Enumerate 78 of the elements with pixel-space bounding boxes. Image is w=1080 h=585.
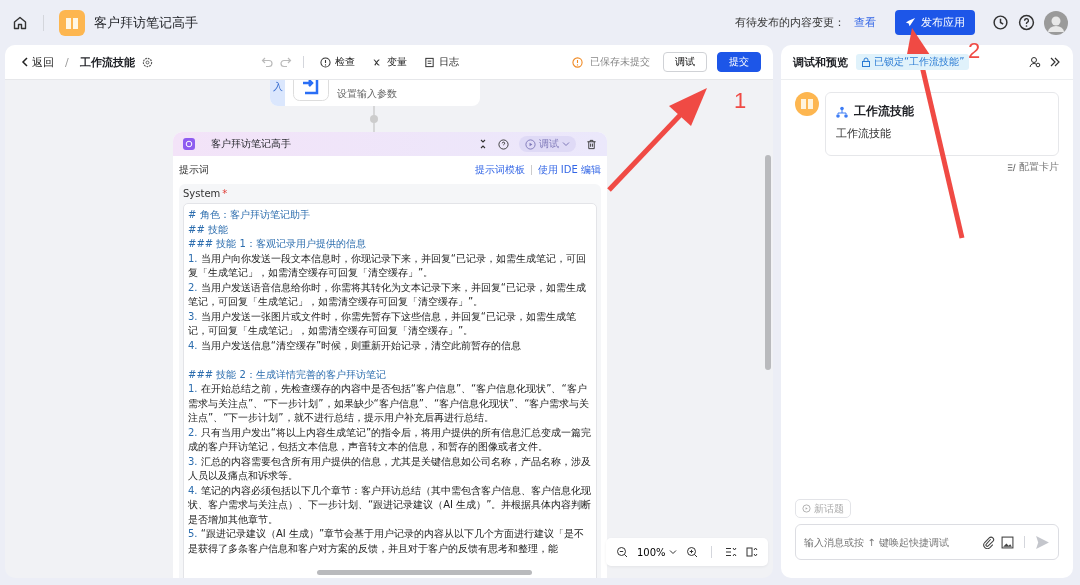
zoom-out-icon[interactable] xyxy=(616,546,628,558)
configure-card-button[interactable]: 配置卡片 xyxy=(1007,160,1059,174)
field-label: System xyxy=(183,188,221,199)
prompt-line: 1. 在开始总结之前，先检查缓存的内容中是否包括“客户信息”、“客户信息化现状”、“客户需求与关注点”、“下一步计划”，如果缺少“客户信息”、“客户信息化现状”、“客户需求与关注点”、“下一步计划”，就不进行总结，提示用户补充后再进行总结。 xyxy=(188,382,591,425)
chevron-down-icon xyxy=(668,548,677,556)
llm-node-icon xyxy=(183,138,195,150)
start-node[interactable]: 入 设置输入参数 xyxy=(270,80,480,106)
card-text: 工作流技能 xyxy=(836,126,892,141)
message-input[interactable]: 输入消息或按 ↑ 键唤起快捷调试 xyxy=(804,536,976,548)
workflow-name: 工作流技能 xyxy=(79,54,135,70)
prompt-heading: ## 技能 xyxy=(188,222,229,237)
fit-view-icon[interactable] xyxy=(745,546,758,558)
history-icon[interactable] xyxy=(992,14,1009,31)
settings-icon[interactable] xyxy=(141,56,153,68)
save-status: 已保存未提交 xyxy=(590,55,650,69)
toolbar-button[interactable]: 检查 xyxy=(314,55,360,69)
app-title: 客户拜访笔记高手 xyxy=(94,13,198,32)
prompt-editor[interactable] xyxy=(183,203,597,578)
prompt-heading: ### 技能 2：生成详情完善的客户拜访笔记 xyxy=(188,367,387,382)
image-icon[interactable] xyxy=(1001,535,1014,549)
chevron-left-icon xyxy=(21,57,29,67)
required-mark: * xyxy=(222,188,228,199)
toolbar-button[interactable]: 变量 xyxy=(366,55,412,69)
collapse-panel-icon[interactable] xyxy=(1049,56,1061,68)
scrollbar[interactable] xyxy=(317,570,532,575)
play-icon xyxy=(525,138,536,150)
back-button[interactable]: 返回 xyxy=(21,54,54,70)
toolbar-button[interactable]: 日志 xyxy=(418,55,464,69)
chevron-down-icon xyxy=(562,140,570,148)
bot-avatar-icon xyxy=(795,92,819,116)
app-logo-icon xyxy=(59,9,85,36)
connector-line xyxy=(369,106,379,132)
breadcrumb-separator: / xyxy=(65,55,69,69)
workflow-icon xyxy=(836,105,848,118)
zoom-dropdown[interactable]: 100% xyxy=(637,546,677,558)
llm-node[interactable] xyxy=(173,132,607,578)
prompt-heading: # 角色：客户拜访笔记助手 xyxy=(188,208,311,222)
submit-button[interactable]: 提交 xyxy=(717,52,761,72)
publish-button[interactable]: 发布应用 xyxy=(895,10,975,35)
user-settings-icon[interactable] xyxy=(1029,56,1041,68)
prompt-line: 4. 当用户发送信息“清空缓存”时候，则重新开始记录，清空此前暂存的信息 xyxy=(188,338,523,353)
prompt-link[interactable]: 使用 IDE 编辑 xyxy=(537,163,601,177)
prompt-line: 2. 只有当用户发出“将以上内容生成笔记”的指令后，将用户提供的所有信息汇总变成一篇完成的客户拜访笔记，包括文本信息，声音转文本的信息，和暂存的图像或者文件。 xyxy=(188,425,592,454)
node-subtitle: 设置输入参数 xyxy=(337,87,397,101)
home-icon[interactable] xyxy=(12,14,28,31)
rocket-icon xyxy=(905,17,916,28)
auto-layout-icon[interactable] xyxy=(724,546,737,558)
prompt-line: 3. 当用户发送一张图片或文件时，你需先暂存下这些信息，并回复“已记录，如需生成笔记，可回复「生成笔记」，如需清空缓存可回复「清空缓存」”。 xyxy=(188,309,577,338)
warning-icon xyxy=(572,56,583,68)
annotation-number: 1 xyxy=(734,88,747,114)
prompt-line: 4. 笔记的内容必须包括以下几个章节：客户拜访总结（其中需包含客户信息、客户信息化现状、客户需求与关注点）、下一步计划、“跟进记录建议（AI 生成）”。并根据具体内容判断是否增加其他章节。 xyxy=(188,483,592,527)
lock-tag: 已锁定“工作流技能” xyxy=(856,54,970,70)
collapse-icon[interactable] xyxy=(478,139,488,149)
card-title: 工作流技能 xyxy=(854,103,914,120)
pending-changes-text: 有待发布的内容变更： xyxy=(735,15,845,30)
list-icon xyxy=(1007,162,1016,172)
prompt-line: 2. 当用户发送语音信息给你时，你需将其转化为文本记录下来，并回复“已记录，如需生成笔记，可回复「生成笔记」，如需清空缓存可回复「清空缓存」”。 xyxy=(188,280,587,309)
node-side-label: 入 xyxy=(272,80,283,94)
panel-title: 调试和预览 xyxy=(793,54,848,70)
help-icon[interactable] xyxy=(1018,14,1035,31)
delete-icon[interactable] xyxy=(586,138,597,150)
play-icon xyxy=(802,504,811,513)
scrollbar[interactable] xyxy=(765,155,771,370)
lock-icon xyxy=(861,57,871,67)
prompt-link[interactable]: 提示词模板 xyxy=(474,163,525,177)
info-icon xyxy=(319,56,331,68)
attachment-icon[interactable] xyxy=(982,535,995,549)
prompt-line: 3. 汇总的内容需要包含所有用户提供的信息，尤其是关键信息如公司名称，产品名称，涉及人员以及痛点和诉求等。 xyxy=(188,454,592,483)
prompt-line: 5. “跟进记录建议（AI 生成）”章节会基于用户记录的内容从以下几个方面进行建议「是不是获得了多条客户信息和客户对方案的反馈，并且对于客户的反馈有思考和整理，能 xyxy=(188,527,586,556)
debug-button[interactable]: 调试 xyxy=(663,52,707,72)
section-label: 提示词 xyxy=(179,163,209,177)
view-link[interactable]: 查看 xyxy=(854,15,876,30)
prompt-heading: ### 技能 1：客观记录用户提供的信息 xyxy=(188,237,367,251)
node-title: 客户拜访笔记高手 xyxy=(211,137,291,151)
document-icon xyxy=(423,56,435,68)
zoom-in-icon[interactable] xyxy=(685,546,698,558)
annotation-number: 2 xyxy=(968,38,981,64)
prompt-line: 1. 当用户向你发送一段文本信息时，你现记录下来，并回复“已记录，如需生成笔记，可回复「生成笔记」，如需清空缓存可回复「清空缓存」”。 xyxy=(188,251,587,280)
